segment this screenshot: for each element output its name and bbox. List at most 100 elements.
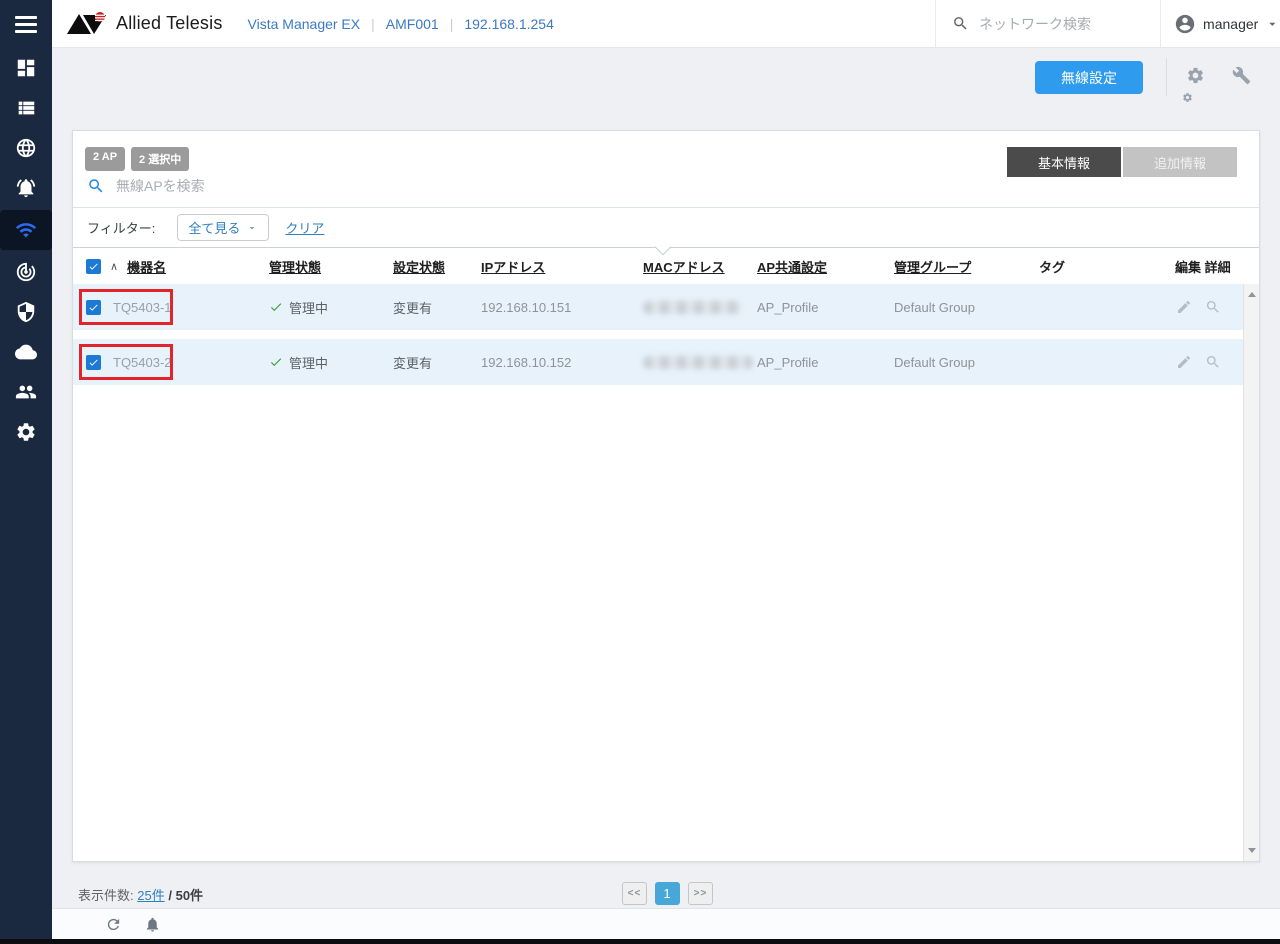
table-header: ∧ 機器名 管理状態 設定状態 IPアドレス MACアドレス AP共通設定 管理… [73, 238, 1259, 284]
list-icon [18, 101, 35, 115]
col-ip-address[interactable]: IPアドレス [481, 260, 545, 275]
col-mgmt-group[interactable]: 管理グループ [894, 260, 971, 275]
search-icon [954, 17, 967, 30]
tab-additional-info[interactable]: 追加情報 [1123, 147, 1237, 177]
sidebar-item-wireless[interactable] [0, 210, 52, 250]
col-ap-profile[interactable]: AP共通設定 [757, 260, 827, 275]
user-menu[interactable]: manager [1160, 0, 1280, 47]
ap-count-badge: 2 AP [85, 147, 126, 171]
top-header: Allied Telesis Vista Manager EX | AMF001… [52, 0, 1280, 48]
breadcrumb-vista-manager[interactable]: Vista Manager EX [237, 16, 372, 32]
ap-list-panel: 2 AP 2 選択中 基本情報 追加情報 フィルター: 全て見る クリア ∧ 機… [72, 130, 1260, 862]
col-mac-address[interactable]: MACアドレス [643, 260, 725, 275]
sidebar-item-traffic-monitoring[interactable] [0, 252, 52, 292]
device-name: TQ5403-2 [113, 354, 172, 370]
sidebar-item-user-management[interactable] [0, 372, 52, 412]
settings-button[interactable] [1183, 66, 1214, 102]
breadcrumb-ip[interactable]: 192.168.1.254 [453, 16, 565, 32]
check-icon [89, 304, 98, 311]
table-body: TQ5403-1 管理中 変更有 192.168.10.151 AP_Profi… [73, 284, 1259, 861]
users-icon [15, 385, 37, 399]
footer-bar [52, 908, 1280, 939]
ap-search-input[interactable] [116, 178, 516, 194]
small-gear-icon [1183, 93, 1192, 102]
edit-pencil-icon[interactable] [1176, 299, 1192, 315]
sidebar-item-dashboard[interactable] [0, 48, 52, 88]
col-tag: タグ [1039, 259, 1066, 275]
scroll-up-arrow[interactable] [1248, 292, 1256, 297]
page-size-link[interactable]: 25件 [137, 888, 164, 903]
shield-icon [17, 301, 35, 323]
hamburger-menu-button[interactable] [0, 0, 52, 48]
notifications-bell-icon[interactable] [144, 916, 161, 933]
gear-icon [1188, 67, 1203, 84]
user-name: manager [1203, 15, 1259, 32]
col-edit-detail: 編集 詳細 [1175, 259, 1231, 275]
col-device-name[interactable]: 機器名 [127, 257, 166, 276]
toolbar-divider [1166, 58, 1167, 96]
user-avatar-icon [1175, 14, 1195, 33]
config-status: 変更有 [393, 300, 433, 316]
row-checkbox[interactable] [86, 299, 101, 315]
ap-profile: AP_Profile [757, 299, 819, 315]
ap-search [87, 177, 1237, 195]
total-count: 50件 [175, 888, 204, 903]
wireless-settings-button[interactable]: 無線設定 [1035, 61, 1143, 94]
breadcrumb: Vista Manager EX | AMF001 | 192.168.1.25… [237, 16, 565, 32]
config-status: 変更有 [393, 355, 433, 371]
col-mgmt-status[interactable]: 管理状態 [269, 260, 321, 275]
check-icon [89, 263, 98, 270]
sidebar-item-network-map[interactable] [0, 128, 52, 168]
brand-name: Allied Telesis [116, 13, 223, 33]
display-count-label: 表示件数: [78, 888, 134, 903]
next-page-button[interactable]: >> [688, 882, 713, 905]
scroll-down-arrow[interactable] [1248, 848, 1256, 853]
mgmt-status: 管理中 [289, 300, 329, 316]
sidebar-item-asset-list[interactable] [0, 88, 52, 128]
selected-count-badge: 2 選択中 [131, 147, 190, 171]
sidebar-item-cloud-services[interactable] [0, 332, 52, 372]
breadcrumb-network[interactable]: AMF001 [375, 16, 450, 32]
sidebar-item-system-settings[interactable] [0, 412, 52, 452]
view-tabs: 基本情報 追加情報 [1007, 147, 1237, 177]
network-search-input[interactable] [979, 15, 1139, 32]
device-name: TQ5403-1 [113, 299, 172, 315]
edit-pencil-icon[interactable] [1176, 354, 1192, 370]
chevron-down-icon [249, 226, 255, 229]
select-all-checkbox[interactable] [86, 258, 101, 274]
sidebar-item-security[interactable] [0, 292, 52, 332]
row-checkbox[interactable] [86, 354, 101, 370]
window-bottom-edge [0, 939, 1280, 944]
mgmt-group: Default Group [894, 299, 975, 315]
filter-dropdown[interactable]: 全て見る [177, 214, 270, 241]
gear-icon [17, 423, 35, 441]
mgmt-status: 管理中 [289, 355, 329, 371]
refresh-icon[interactable] [105, 916, 122, 933]
ip-address: 192.168.10.151 [481, 299, 572, 315]
chevron-down-icon [1269, 22, 1276, 26]
allied-telesis-logo-icon [67, 11, 106, 34]
tab-basic-info[interactable]: 基本情報 [1007, 147, 1121, 177]
wifi-icon [15, 223, 37, 238]
mgmt-group: Default Group [894, 354, 975, 370]
check-icon [89, 359, 98, 366]
detail-magnifier-icon[interactable] [1205, 354, 1221, 370]
tools-button[interactable] [1232, 66, 1251, 90]
pagination: << 1 >> [622, 882, 713, 905]
cloud-icon [15, 344, 37, 360]
ip-address: 192.168.10.152 [481, 354, 572, 370]
search-icon [89, 179, 103, 193]
filter-clear-link[interactable]: クリア [285, 218, 324, 237]
table-row[interactable]: TQ5403-2 管理中 変更有 192.168.10.152 AP_Profi… [73, 339, 1243, 385]
globe-icon [16, 138, 36, 158]
detail-magnifier-icon[interactable] [1205, 299, 1221, 315]
managed-check-icon [270, 358, 282, 367]
current-page-button[interactable]: 1 [655, 882, 680, 905]
col-config-status[interactable]: 設定状態 [393, 260, 445, 275]
prev-page-button[interactable]: << [622, 882, 647, 905]
sidebar-item-event-log[interactable] [0, 168, 52, 208]
vertical-scrollbar[interactable] [1243, 284, 1259, 861]
table-row[interactable]: TQ5403-1 管理中 変更有 192.168.10.151 AP_Profi… [73, 284, 1243, 330]
hamburger-icon [15, 12, 37, 37]
wrench-icon [1232, 66, 1251, 85]
